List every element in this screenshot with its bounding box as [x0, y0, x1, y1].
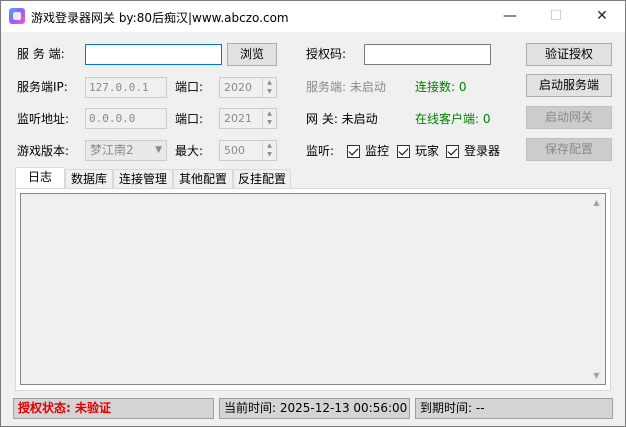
server-ip-label: 服务端IP: [17, 80, 68, 94]
tab-anti-cheat[interactable]: 反挂配置 [233, 169, 291, 188]
server-port-value: 2020 [224, 81, 252, 94]
app-icon [9, 8, 25, 24]
chevron-up-icon: ▲ [267, 79, 272, 86]
launcher-checkbox[interactable] [446, 145, 459, 158]
gateway-port-stepper: 2021 ▲ ▼ [219, 108, 277, 129]
chevron-up-icon: ▲ [267, 110, 272, 117]
port-label: 端口: [175, 80, 204, 94]
port-label: 端口: [175, 112, 204, 126]
server-label: 服 务 端: [17, 47, 65, 61]
chevron-down-icon: ▼ [267, 119, 272, 126]
window-title: 游戏登录器网关 by:80后痴汉|www.abczo.com [31, 11, 289, 25]
log-textarea[interactable]: ▲ ▼ [20, 193, 606, 385]
listen-address-label: 监听地址: [17, 112, 70, 126]
game-version-select: 梦江南2 ▼ [85, 140, 167, 161]
current-time-display: 当前时间: 2025-12-13 00:56:00 [219, 398, 410, 419]
expire-time-display: 到期时间: -- [415, 398, 613, 419]
tab-log[interactable]: 日志 [15, 167, 65, 189]
online-clients-count: 在线客户端: 0 [415, 112, 491, 126]
gateway-port-value: 2021 [224, 112, 252, 125]
chevron-down-icon: ▼ [267, 88, 272, 95]
server-ip-input: 127.0.0.1 [85, 77, 167, 98]
scroll-down-icon[interactable]: ▼ [588, 367, 605, 384]
max-label: 最大: [175, 144, 204, 158]
verify-auth-button[interactable]: 验证授权 [526, 43, 612, 66]
max-connections-stepper: 500 ▲ ▼ [219, 140, 277, 161]
auth-status-badge: 授权状态: 未验证 [13, 398, 214, 419]
title-bar: 游戏登录器网关 by:80后痴汉|www.abczo.com — ☐ ✕ [1, 1, 625, 32]
listen-label: 监听: [306, 144, 335, 158]
player-checkbox[interactable] [397, 145, 410, 158]
chevron-down-icon: ▼ [155, 145, 162, 155]
max-connections-value: 500 [224, 144, 245, 157]
monitor-checkbox[interactable] [347, 145, 360, 158]
tab-database[interactable]: 数据库 [65, 169, 113, 188]
tab-other-config[interactable]: 其他配置 [173, 169, 233, 188]
tab-connections[interactable]: 连接管理 [113, 169, 173, 188]
launcher-checkbox-label[interactable]: 登录器 [464, 143, 500, 159]
monitor-checkbox-label[interactable]: 监控 [365, 143, 389, 159]
log-scrollbar[interactable]: ▲ ▼ [588, 194, 605, 384]
start-gateway-button: 启动网关 [526, 106, 612, 129]
close-button[interactable]: ✕ [579, 1, 625, 32]
save-config-button: 保存配置 [526, 138, 612, 161]
gateway-status-label: 网 关: 未启动 [306, 112, 378, 126]
stepper-arrows: ▲ ▼ [262, 109, 276, 128]
connections-count: 连接数: 0 [415, 80, 467, 94]
browse-button[interactable]: 浏览 [227, 43, 277, 66]
player-checkbox-label[interactable]: 玩家 [415, 143, 439, 159]
auth-code-input[interactable] [364, 44, 491, 65]
chevron-up-icon: ▲ [267, 142, 272, 149]
minimize-button[interactable]: — [487, 1, 533, 32]
server-status-label: 服务端: 未启动 [306, 80, 386, 94]
stepper-arrows: ▲ ▼ [262, 141, 276, 160]
main-window: 游戏登录器网关 by:80后痴汉|www.abczo.com — ☐ ✕ 服 务… [0, 0, 626, 427]
chevron-down-icon: ▼ [267, 151, 272, 158]
server-path-input[interactable] [85, 44, 222, 65]
start-server-button[interactable]: 启动服务端 [526, 74, 612, 97]
game-version-value: 梦江南2 [90, 143, 134, 157]
server-port-stepper: 2020 ▲ ▼ [219, 77, 277, 98]
stepper-arrows: ▲ ▼ [262, 78, 276, 97]
scroll-up-icon[interactable]: ▲ [588, 194, 605, 211]
maximize-button: ☐ [549, 8, 563, 24]
auth-code-label: 授权码: [306, 47, 347, 61]
listen-address-input: 0.0.0.0 [85, 108, 167, 129]
log-tab-page: ▲ ▼ [15, 188, 611, 391]
game-version-label: 游戏版本: [17, 144, 70, 158]
